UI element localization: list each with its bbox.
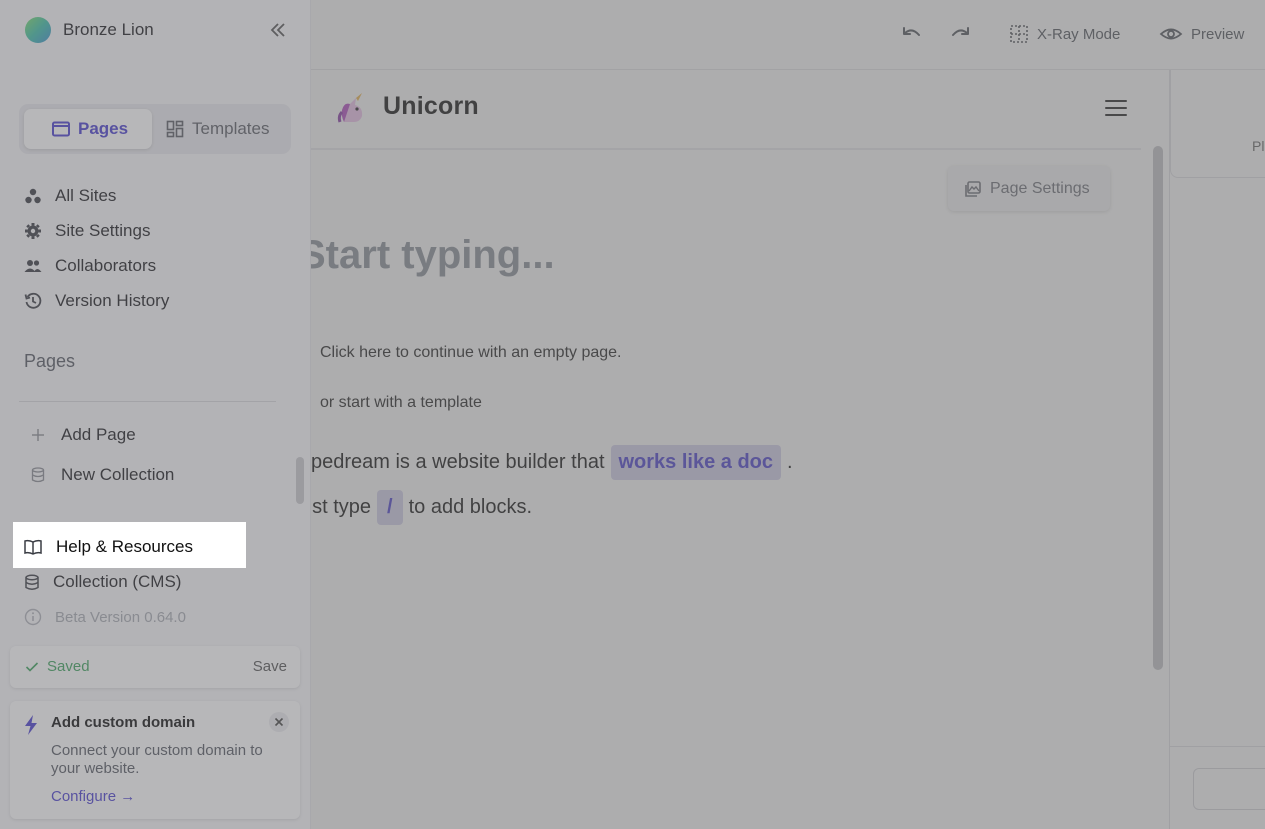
book-open-icon	[24, 539, 42, 555]
eye-icon	[1159, 28, 1183, 40]
sidebar-divider	[19, 401, 276, 402]
redo-icon	[952, 27, 969, 36]
slash-key-chip: /	[377, 490, 403, 525]
info-icon	[24, 608, 42, 626]
add-page-button[interactable]: Add Page	[31, 423, 136, 447]
right-panel-footer	[1170, 746, 1265, 829]
page-settings-label: Page Settings	[990, 179, 1090, 197]
beta-version-label: Beta Version 0.64.0	[55, 608, 186, 626]
unicorn-icon	[337, 93, 363, 123]
right-panel: Pl	[1169, 70, 1265, 829]
saved-status: Saved	[25, 658, 90, 675]
sidebar-item-collaborators[interactable]: Collaborators	[24, 254, 274, 278]
sidebar-item-all-sites[interactable]: All Sites	[24, 184, 274, 208]
new-collection-button[interactable]: New Collection	[31, 463, 174, 487]
undo-icon	[903, 27, 920, 36]
right-panel-input[interactable]	[1193, 768, 1265, 810]
editor-main: X-Ray Mode Preview Unicorn Page Settings…	[311, 0, 1265, 829]
hint-text-end: to add blocks.	[408, 496, 533, 518]
right-panel-card-text: Pl	[1252, 138, 1265, 154]
saved-label: Saved	[47, 658, 90, 675]
template-link[interactable]: or start with a template	[320, 394, 482, 412]
gear-icon	[25, 223, 41, 239]
xray-mode-label: X-Ray Mode	[1037, 25, 1121, 43]
grid-layout-icon	[166, 120, 184, 138]
tab-pages-label: Pages	[78, 119, 129, 138]
hint-paragraph[interactable]: ust type / to add blocks.	[311, 490, 532, 525]
new-collection-label: New Collection	[61, 465, 175, 484]
users-icon	[24, 260, 42, 272]
site-name[interactable]: Unicorn	[383, 92, 479, 121]
tab-templates-label: Templates	[192, 119, 270, 138]
close-icon	[274, 717, 284, 727]
tab-templates[interactable]: Templates	[166, 109, 286, 149]
page-title-placeholder[interactable]: Start typing...	[311, 233, 555, 278]
sidebar-item-label: Collection (CMS)	[53, 572, 182, 591]
sidebar-item-cms[interactable]: Collection (CMS)	[24, 570, 274, 594]
sidebar-item-label: Collaborators	[55, 256, 157, 275]
sidebar-item-label: All Sites	[55, 186, 117, 205]
tab-pages[interactable]: Pages	[24, 109, 152, 149]
page-canvas: Unicorn Page Settings Start typing... Cl…	[311, 70, 1169, 829]
intro-text: ypedream is a website builder that	[311, 451, 605, 473]
help-resources-label: Help & Resources	[56, 537, 194, 556]
page-settings-button[interactable]: Page Settings	[948, 166, 1110, 211]
sidebar-item-help-resources[interactable]: Help & Resources	[24, 535, 193, 559]
collapse-sidebar-button[interactable]	[268, 20, 288, 45]
xray-grid-icon	[1010, 25, 1028, 43]
plus-icon	[32, 429, 44, 441]
save-status-bar: Saved Save	[10, 646, 300, 688]
workspace-avatar	[25, 17, 51, 43]
undo-button[interactable]	[901, 20, 923, 48]
redo-button[interactable]	[949, 20, 971, 48]
sidebar-item-site-settings[interactable]: Site Settings	[24, 219, 274, 243]
xray-mode-button[interactable]: X-Ray Mode	[1009, 20, 1120, 48]
database-icon	[31, 467, 45, 483]
workspace-name: Bronze Lion	[63, 20, 154, 39]
hint-text: ust type	[311, 496, 372, 518]
pages-section-heading: Pages	[24, 351, 76, 371]
database-icon	[25, 574, 39, 590]
hamburger-menu-icon[interactable]	[1105, 100, 1127, 116]
save-button[interactable]: Save	[253, 658, 287, 675]
check-icon	[25, 661, 39, 672]
sidebar-scrollbar[interactable]	[296, 457, 304, 504]
custom-domain-description: Connect your custom domain to your websi…	[51, 742, 263, 777]
site-header: Unicorn	[311, 70, 1141, 150]
configure-link[interactable]: Configure →	[51, 788, 135, 805]
double-chevron-left-icon	[270, 23, 285, 37]
right-panel-card[interactable]: Pl	[1170, 70, 1265, 178]
intro-paragraph[interactable]: ypedream is a website builder that works…	[311, 445, 793, 480]
browser-window-icon	[52, 121, 70, 137]
custom-domain-card: Add custom domain Connect your custom do…	[10, 701, 300, 819]
lightning-bolt-icon	[25, 715, 37, 735]
close-card-button[interactable]	[269, 712, 289, 732]
beta-version-info: Beta Version 0.64.0	[24, 605, 274, 629]
history-icon	[24, 292, 42, 309]
dots-cluster-icon	[25, 188, 41, 204]
sidebar-item-version-history[interactable]: Version History	[24, 289, 274, 313]
custom-domain-title: Add custom domain	[51, 714, 196, 731]
highlight-chip: works like a doc	[610, 445, 782, 480]
sidebar-item-label: Version History	[55, 291, 170, 310]
intro-period: .	[787, 451, 793, 473]
preview-label: Preview	[1191, 25, 1245, 43]
workspace-switcher[interactable]: Bronze Lion	[25, 17, 154, 43]
add-page-label: Add Page	[61, 425, 136, 444]
image-settings-icon	[965, 180, 981, 197]
pages-templates-toggle: Pages Templates	[19, 104, 291, 154]
preview-button[interactable]: Preview	[1159, 20, 1244, 48]
canvas-scrollbar[interactable]	[1153, 146, 1163, 670]
editor-toolbar: X-Ray Mode Preview	[311, 0, 1265, 70]
empty-page-link[interactable]: Click here to continue with an empty pag…	[320, 344, 622, 362]
sidebar: Bronze Lion Pages Templates All Sites Si…	[0, 0, 311, 829]
sidebar-item-label: Site Settings	[55, 221, 151, 240]
